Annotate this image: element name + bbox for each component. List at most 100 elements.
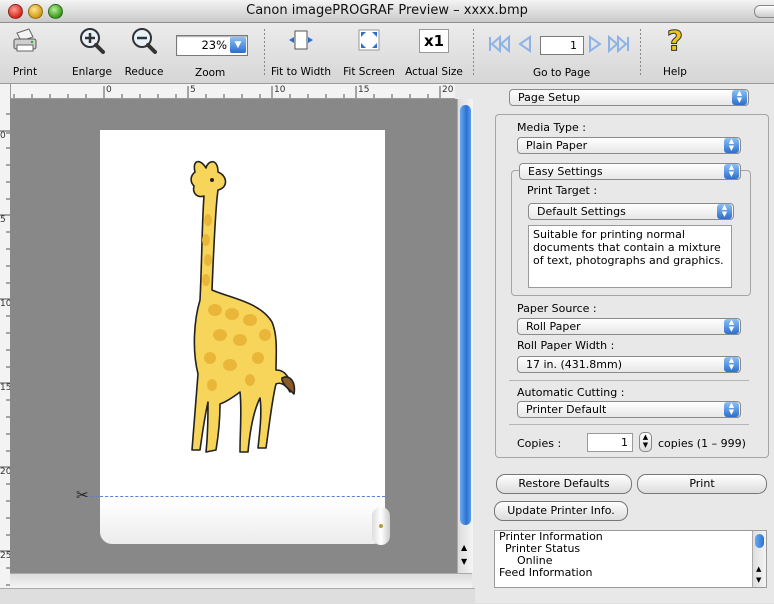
popup-arrows-icon: ▲ ▼	[724, 357, 739, 372]
media-type-popup[interactable]: Plain Paper ▲ ▼	[517, 137, 741, 154]
next-page-button[interactable]	[588, 35, 604, 56]
copies-label: Copies :	[517, 437, 562, 450]
title-bar: Canon imagePROGRAF Preview – xxxx.bmp	[0, 0, 774, 23]
go-to-page-label: Go to Page	[533, 67, 591, 79]
cut-line	[85, 496, 385, 497]
roll-paper-curl	[100, 500, 385, 544]
ruler-number: 15	[358, 85, 370, 95]
first-page-button[interactable]	[488, 34, 512, 56]
vertical-scroll-thumb[interactable]	[460, 105, 471, 525]
paper-source-label: Paper Source :	[517, 302, 597, 315]
zoom-combobox[interactable]: 23% ▼	[176, 35, 248, 56]
page-setup-value: Page Setup	[518, 91, 581, 104]
divider	[509, 380, 749, 381]
next-page-icon	[589, 35, 602, 53]
print-button[interactable]: Print	[637, 474, 767, 494]
zoom-in-icon	[77, 25, 107, 57]
ruler-number: 0	[0, 131, 6, 141]
vertical-scrollbar[interactable]: ▲ ▼	[457, 99, 473, 573]
horizontal-ruler: 0 5 10 15 20	[10, 84, 455, 99]
actual-size-icon: x1	[419, 25, 449, 57]
roll-paper-width-popup[interactable]: 17 in. (431.8mm) ▲ ▼	[517, 356, 741, 373]
zoom-dropdown-arrow-icon[interactable]: ▼	[230, 37, 246, 53]
print-target-popup[interactable]: Default Settings ▲ ▼	[528, 203, 734, 220]
paper-source-popup[interactable]: Roll Paper ▲ ▼	[517, 318, 741, 335]
printer-info-list[interactable]: Printer Information Printer Status Onlin…	[494, 530, 767, 588]
reduce-label: Reduce	[124, 66, 164, 78]
first-page-icon	[489, 34, 510, 54]
printer-icon	[10, 25, 40, 57]
info-list-scrollbar[interactable]: ▲ ▼	[752, 531, 766, 587]
last-page-icon	[608, 34, 629, 54]
horizontal-scrollbar[interactable]	[10, 573, 472, 588]
print-toolbar-button[interactable]: Print	[4, 25, 46, 78]
actual-size-label: Actual Size	[405, 66, 463, 78]
ruler-number: 5	[190, 85, 196, 95]
media-type-label: Media Type :	[517, 121, 587, 134]
roll-paper-width-value: 17 in. (431.8mm)	[526, 358, 623, 371]
easy-settings-value: Easy Settings	[528, 165, 603, 178]
print-label: Print	[12, 66, 38, 78]
previous-page-button[interactable]	[516, 35, 532, 56]
restore-defaults-button[interactable]: Restore Defaults	[496, 474, 632, 494]
popup-arrows-icon: ▲ ▼	[717, 204, 732, 219]
copies-input[interactable]: 1	[587, 433, 633, 452]
actual-size-button[interactable]: x1 Actual Size	[402, 25, 466, 78]
giraffe-image	[190, 160, 296, 453]
fit-screen-icon	[354, 25, 384, 57]
fit-screen-label: Fit Screen	[343, 66, 395, 78]
automatic-cutting-value: Printer Default	[526, 403, 607, 416]
update-printer-info-button[interactable]: Update Printer Info.	[494, 501, 628, 521]
toolbar-separator	[473, 29, 474, 77]
paper-source-value: Roll Paper	[526, 320, 581, 333]
scroll-down-arrow-icon[interactable]: ▼	[756, 574, 761, 586]
roll-core	[372, 507, 390, 545]
roll-paper-width-label: Roll Paper Width :	[517, 339, 615, 352]
automatic-cutting-label: Automatic Cutting :	[517, 386, 625, 399]
fit-to-width-label: Fit to Width	[270, 66, 332, 78]
scroll-down-arrow-icon[interactable]: ▼	[461, 557, 467, 566]
page-setup-popup[interactable]: Page Setup ▲ ▼	[509, 89, 749, 106]
help-icon: ?	[666, 24, 684, 57]
help-label: Help	[663, 66, 687, 78]
automatic-cutting-popup[interactable]: Printer Default ▲ ▼	[517, 401, 741, 418]
popup-arrows-icon: ▲ ▼	[724, 164, 739, 179]
roll-core-dot	[379, 524, 383, 528]
page-number-input[interactable]: 1	[540, 36, 584, 55]
toolbar: Print Enlarge Reduce 23% ▼ Zoom Fit to W…	[0, 23, 774, 84]
easy-settings-popup[interactable]: Easy Settings ▲ ▼	[519, 163, 741, 180]
reduce-button[interactable]: Reduce	[122, 25, 166, 78]
ruler-ticks	[0, 113, 10, 586]
print-target-value: Default Settings	[537, 205, 626, 218]
help-button[interactable]: ? Help	[650, 25, 700, 78]
copies-range-label: copies (1 – 999)	[658, 437, 746, 450]
preview-canvas[interactable]: ✂	[10, 99, 457, 573]
zoom-value: 23%	[201, 38, 227, 52]
fit-screen-button[interactable]: Fit Screen	[340, 25, 398, 78]
description-text: Suitable for printing normal documents t…	[528, 225, 732, 288]
enlarge-button[interactable]: Enlarge	[70, 25, 114, 78]
ruler-number: 20	[442, 85, 454, 95]
fit-to-width-button[interactable]: Fit to Width	[268, 25, 334, 78]
popup-arrows-icon: ▲ ▼	[724, 138, 739, 153]
settings-panel: Page Setup ▲ ▼ Media Type : Plain Paper ▲…	[475, 84, 774, 603]
divider	[509, 424, 749, 425]
info-line: Feed Information	[499, 566, 593, 579]
preview-page	[100, 130, 385, 500]
enlarge-label: Enlarge	[72, 66, 112, 78]
scroll-up-arrow-icon[interactable]: ▲	[461, 543, 467, 552]
ruler-number: 5	[0, 215, 6, 225]
copies-stepper[interactable]: ▲ ▼	[639, 432, 652, 452]
scissors-icon: ✂	[76, 486, 89, 504]
ruler-number: 0	[106, 85, 112, 95]
print-target-label: Print Target :	[527, 184, 598, 197]
previous-page-icon	[518, 35, 531, 53]
last-page-button[interactable]	[606, 34, 630, 56]
popup-arrows-icon: ▲ ▼	[724, 402, 739, 417]
zoom-out-icon	[129, 25, 159, 57]
popup-arrows-icon: ▲ ▼	[732, 90, 747, 105]
media-type-value: Plain Paper	[526, 139, 588, 152]
toolbar-toggle-button[interactable]	[754, 5, 774, 18]
info-list-scroll-thumb[interactable]	[755, 534, 764, 548]
toolbar-separator	[640, 29, 641, 77]
